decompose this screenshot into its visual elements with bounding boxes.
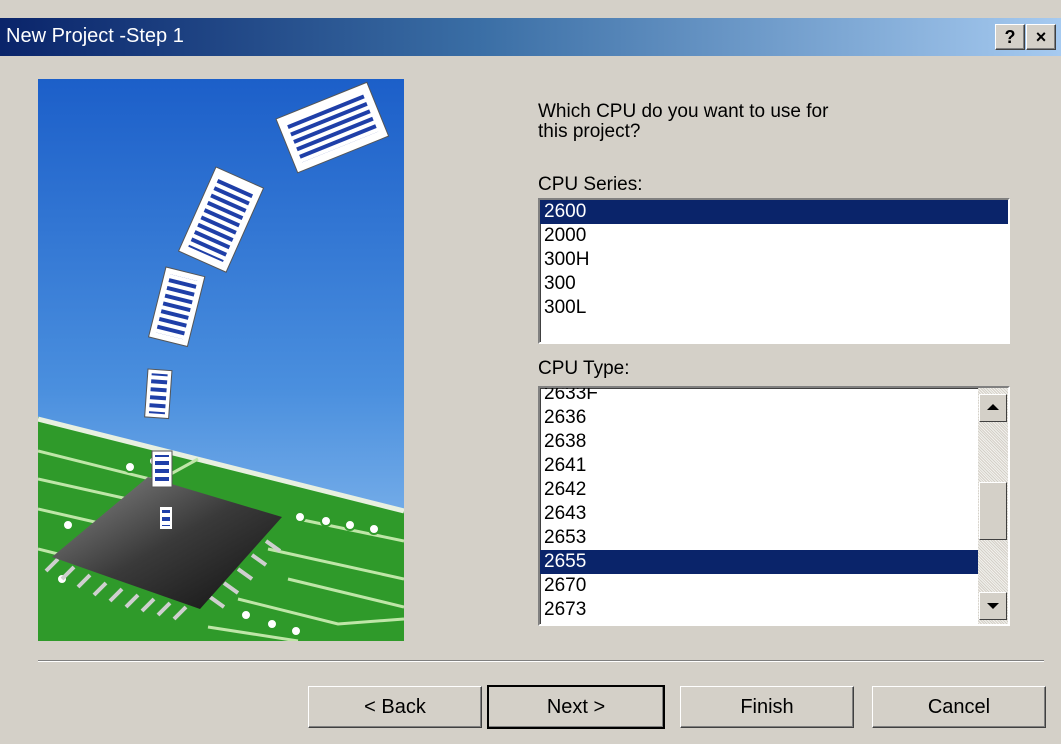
cpu-type-scrollbar[interactable] (978, 388, 1008, 624)
cpu-series-item[interactable]: 300 (540, 272, 1008, 296)
cpu-series-label: CPU Series: (538, 174, 643, 195)
cpu-type-item[interactable]: 2638 (540, 430, 1008, 454)
cpu-type-item[interactable]: 2643 (540, 502, 1008, 526)
cpu-type-item[interactable]: 2642 (540, 478, 1008, 502)
new-project-dialog: New Project -Step 1 ? × Which CPU do you… (0, 0, 1061, 744)
button-separator (38, 660, 1044, 662)
scroll-down-button[interactable] (979, 592, 1007, 620)
cpu-type-item[interactable]: 2636 (540, 406, 1008, 430)
cpu-question-text: Which CPU do you want to use for this pr… (538, 102, 938, 142)
scroll-thumb[interactable] (979, 482, 1007, 540)
cpu-type-listbox[interactable]: 2633F 2636 2638 2641 2642 2643 2653 2655… (538, 386, 1010, 626)
scroll-up-button[interactable] (979, 394, 1007, 422)
cpu-type-label: CPU Type: (538, 358, 630, 379)
wizard-illustration (38, 79, 404, 641)
cpu-type-item[interactable]: 2653 (540, 526, 1008, 550)
close-button[interactable]: × (1026, 24, 1056, 50)
cpu-series-item[interactable]: 300L (540, 296, 1008, 320)
arrow-down-icon (987, 603, 999, 609)
question-line-2: this project? (538, 121, 641, 142)
title-bar[interactable]: New Project -Step 1 ? × (0, 18, 1061, 56)
cpu-type-item[interactable]: 2641 (540, 454, 1008, 478)
cancel-button[interactable]: Cancel (872, 686, 1046, 728)
help-button[interactable]: ? (995, 24, 1025, 50)
back-button[interactable]: < Back (308, 686, 482, 728)
finish-button[interactable]: Finish (680, 686, 854, 728)
cpu-series-item[interactable]: 2600 (540, 200, 1008, 224)
window-title: New Project -Step 1 (6, 25, 184, 47)
arrow-up-icon (987, 404, 999, 410)
cpu-type-item[interactable]: 2670 (540, 574, 1008, 598)
cpu-series-item[interactable]: 300H (540, 248, 1008, 272)
cpu-type-item[interactable]: 2655 (540, 550, 978, 574)
cpu-type-list: 2633F 2636 2638 2641 2642 2643 2653 2655… (540, 388, 1008, 622)
next-button[interactable]: Next > (487, 685, 665, 729)
cpu-series-item[interactable]: 2000 (540, 224, 1008, 248)
question-line-1: Which CPU do you want to use for (538, 101, 829, 122)
cpu-type-item[interactable]: 2633F (540, 388, 1008, 406)
cpu-type-item[interactable]: 2673 (540, 598, 1008, 622)
cpu-series-listbox[interactable]: 2600 2000 300H 300 300L (538, 198, 1010, 344)
